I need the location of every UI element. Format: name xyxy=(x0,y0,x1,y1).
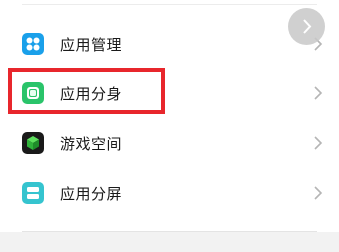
chevron-right-icon xyxy=(314,136,323,150)
settings-item-label: 应用分屏 xyxy=(60,184,123,203)
settings-item-split-screen[interactable]: 应用分屏 xyxy=(0,168,339,218)
bottom-divider xyxy=(22,231,317,232)
chevron-right-icon xyxy=(303,19,312,34)
settings-item-label: 游戏空间 xyxy=(60,134,123,153)
game-cube-icon xyxy=(22,132,44,154)
chevron-right-icon xyxy=(314,186,323,200)
chevron-right-icon xyxy=(314,86,323,100)
apps-grid-icon xyxy=(22,33,44,55)
floating-assist-button[interactable] xyxy=(288,8,325,45)
settings-item-label: 应用管理 xyxy=(60,35,123,54)
top-divider xyxy=(22,4,317,5)
split-screen-icon xyxy=(22,182,44,204)
settings-item-game-space[interactable]: 游戏空间 xyxy=(0,118,339,168)
highlight-box xyxy=(8,68,165,114)
